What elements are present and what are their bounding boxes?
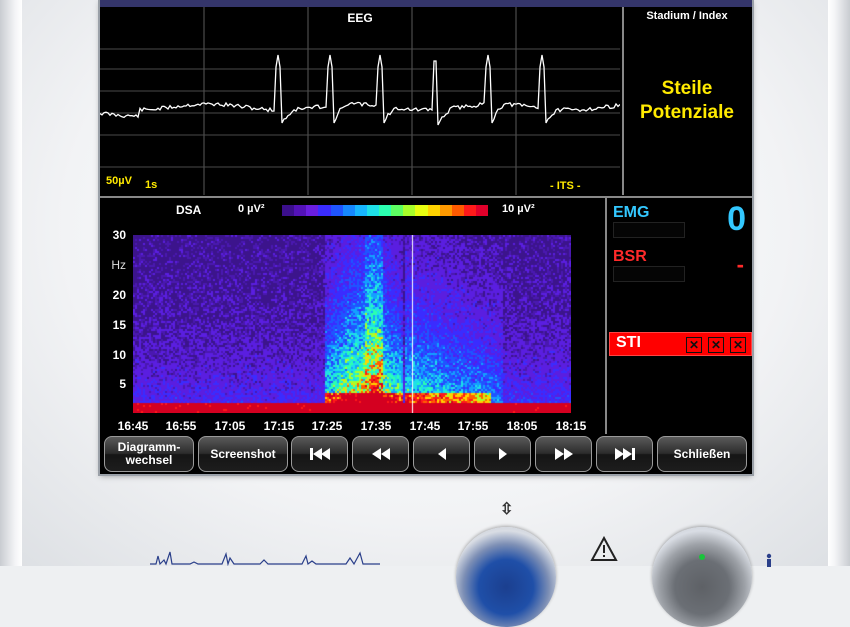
eeg-waveform bbox=[100, 54, 620, 126]
dsa-x-tick: 17:45 bbox=[409, 419, 441, 433]
dsa-scale-min: 0 µV² bbox=[238, 203, 265, 215]
navigation-arrow-icon: ⇳ bbox=[500, 501, 514, 518]
dsa-spectrogram bbox=[133, 235, 571, 413]
step-back-icon bbox=[437, 448, 446, 460]
dsa-y-tick: 5 bbox=[119, 377, 126, 391]
dsa-x-tick: 17:15 bbox=[263, 419, 295, 433]
step-forward-button[interactable] bbox=[474, 436, 531, 472]
bezel-right bbox=[828, 0, 850, 566]
bsr-bar bbox=[613, 266, 685, 282]
colorbar-swatch bbox=[451, 205, 464, 216]
close-button[interactable]: Schließen bbox=[657, 436, 747, 472]
eeg-title: EEG bbox=[347, 11, 373, 25]
monitor-screen: EEG 50µV 1s - ITS - Stadium / Index Stei… bbox=[100, 0, 752, 474]
eeg-time-scale: 1s bbox=[145, 179, 158, 191]
stadium-value-line1: Steile bbox=[661, 78, 713, 99]
dsa-y-tick: 20 bbox=[112, 288, 126, 302]
dsa-y-tick: 30 bbox=[112, 228, 126, 242]
dsa-x-tick: 16:45 bbox=[117, 419, 149, 433]
bezel-left bbox=[0, 0, 22, 566]
indicator-panel: EMG 0 BSR - STI ✕ ✕ ✕ bbox=[605, 196, 752, 436]
eeg-amplitude-scale: 50µV bbox=[106, 175, 132, 187]
bsr-value: - bbox=[736, 252, 744, 277]
stadium-title: Stadium / Index bbox=[646, 10, 728, 22]
fast-forward-icon bbox=[554, 448, 573, 460]
colorbar-swatch bbox=[282, 205, 295, 216]
dsa-x-tick: 17:25 bbox=[311, 419, 343, 433]
step-forward-icon bbox=[498, 448, 507, 460]
dsa-y-unit: Hz bbox=[111, 258, 126, 272]
colorbar-swatch bbox=[354, 205, 367, 216]
rotary-knob[interactable] bbox=[456, 527, 556, 627]
power-indicator-led bbox=[699, 554, 705, 560]
colorbar-swatch bbox=[294, 205, 307, 216]
sti-indicator: STI ✕ ✕ ✕ bbox=[609, 332, 752, 356]
diagram-switch-line2: wechsel bbox=[125, 453, 173, 467]
dsa-x-tick: 18:05 bbox=[506, 419, 538, 433]
brand-wave-logo bbox=[150, 550, 380, 571]
colorbar-swatch bbox=[306, 205, 319, 216]
dsa-x-tick: 17:05 bbox=[214, 419, 246, 433]
colorbar-swatch bbox=[403, 205, 416, 216]
dsa-y-tick: 10 bbox=[112, 348, 126, 362]
skip-first-button[interactable] bbox=[291, 436, 348, 472]
colorbar-swatch bbox=[330, 205, 343, 216]
colorbar-swatch bbox=[318, 205, 331, 216]
dsa-y-tick: 15 bbox=[112, 318, 126, 332]
colorbar-swatch bbox=[379, 205, 392, 216]
emg-label: EMG bbox=[613, 204, 650, 221]
power-button[interactable] bbox=[652, 527, 752, 627]
skip-last-button[interactable] bbox=[596, 436, 653, 472]
skip-first-icon bbox=[309, 448, 330, 460]
person-icon bbox=[762, 553, 776, 572]
sti-box-icon: ✕ bbox=[730, 337, 746, 353]
dsa-x-tick: 18:15 bbox=[555, 419, 587, 433]
screenshot-button[interactable]: Screenshot bbox=[198, 436, 288, 472]
colorbar-swatch bbox=[463, 205, 476, 216]
dsa-scale-max: 10 µV² bbox=[502, 203, 535, 215]
colorbar-swatch bbox=[476, 205, 489, 216]
dsa-x-tick: 17:35 bbox=[360, 419, 392, 433]
colorbar-swatch bbox=[427, 205, 440, 216]
sti-box-icon: ✕ bbox=[686, 337, 702, 353]
dsa-panel: DSA 0 µV² 10 µV² 30 Hz 20 15 10 5 16:45 … bbox=[100, 196, 605, 436]
dsa-title: DSA bbox=[176, 203, 202, 217]
dsa-x-tick: 17:55 bbox=[457, 419, 489, 433]
eeg-panel: EEG 50µV 1s - ITS - bbox=[100, 7, 620, 195]
emg-value: 0 bbox=[727, 200, 746, 238]
emg-bar bbox=[613, 222, 685, 238]
dsa-x-tick: 16:55 bbox=[165, 419, 197, 433]
button-bar: Diagramm- wechsel Screenshot Schließen bbox=[100, 434, 752, 474]
colorbar-swatch bbox=[439, 205, 452, 216]
monitor-device: EEG 50µV 1s - ITS - Stadium / Index Stei… bbox=[0, 0, 850, 627]
colorbar-swatch bbox=[366, 205, 379, 216]
stadium-value-line2: Potenziale bbox=[640, 102, 734, 123]
colorbar-swatch bbox=[415, 205, 428, 216]
sti-label: STI bbox=[616, 334, 641, 351]
warning-triangle-icon bbox=[590, 535, 618, 567]
fast-forward-button[interactable] bbox=[535, 436, 592, 472]
eeg-trace-plot bbox=[100, 7, 620, 195]
fast-rewind-icon bbox=[371, 448, 390, 460]
diagram-switch-button[interactable]: Diagramm- wechsel bbox=[104, 436, 194, 472]
colorbar-swatch bbox=[391, 205, 404, 216]
skip-last-icon bbox=[614, 448, 635, 460]
step-back-button[interactable] bbox=[413, 436, 470, 472]
stadium-value: Steile Potenziale bbox=[624, 77, 750, 125]
colorbar-swatch bbox=[342, 205, 355, 216]
stadium-panel: Stadium / Index Steile Potenziale bbox=[622, 7, 752, 195]
bsr-label: BSR bbox=[613, 248, 647, 265]
dsa-colorbar bbox=[282, 205, 489, 216]
sti-box-icon: ✕ bbox=[708, 337, 724, 353]
title-strip bbox=[100, 0, 752, 7]
rewind-button[interactable] bbox=[352, 436, 409, 472]
eeg-channel-label: - ITS - bbox=[550, 180, 581, 192]
